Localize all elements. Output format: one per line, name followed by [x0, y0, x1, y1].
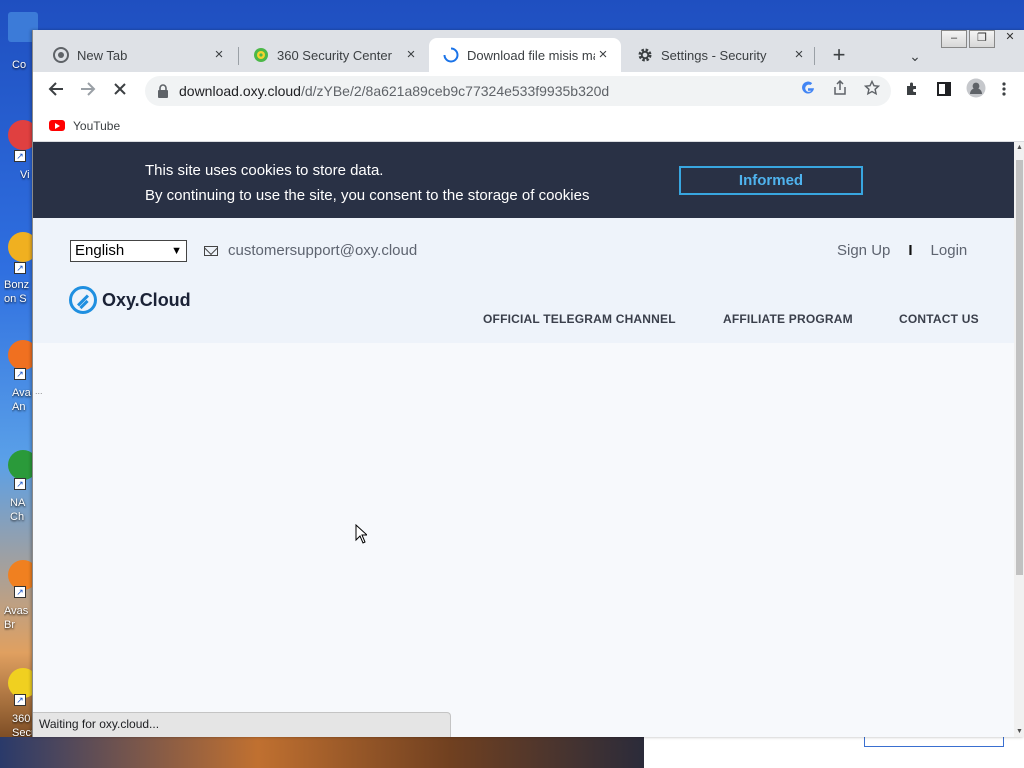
side-panel-icon [937, 82, 951, 96]
avatar-icon [966, 78, 986, 98]
gear-icon [637, 47, 653, 63]
support-email-link[interactable]: customersupport@oxy.cloud [228, 242, 417, 259]
vertical-scrollbar[interactable]: ▲ ▼ [1014, 142, 1024, 737]
back-button[interactable] [43, 78, 69, 104]
forward-arrow-icon [81, 82, 96, 96]
chevron-down-icon: ▼ [171, 245, 182, 257]
side-marker: ... [35, 386, 43, 396]
auth-links: Sign Up I Login [837, 242, 967, 259]
maximize-button[interactable]: ❐ [969, 30, 995, 48]
tab-strip: New Tab × 360 Security Center × Download… [33, 30, 1024, 72]
tab-new-tab[interactable]: New Tab × [39, 38, 237, 72]
language-select[interactable]: English ▼ [70, 240, 187, 262]
shortcut-arrow-icon: ↗ [14, 262, 26, 274]
extensions-button[interactable] [899, 78, 925, 104]
cookie-message: This site uses cookies to store data. By… [145, 158, 589, 208]
oxy-cloud-logo-icon [69, 286, 97, 314]
login-link[interactable]: Login [931, 242, 968, 259]
shortcut-arrow-icon: ↗ [14, 368, 26, 380]
browser-toolbar: download.oxy.cloud/d/zYBe/2/8a621a89ceb9… [33, 72, 1024, 110]
tab-separator [814, 47, 815, 65]
star-icon[interactable] [861, 79, 883, 102]
tab-label: New Tab [77, 47, 128, 63]
mouse-cursor-icon [355, 524, 367, 544]
scroll-down-arrow-icon[interactable]: ▼ [1015, 728, 1024, 735]
page-viewport: This site uses cookies to store data. By… [33, 142, 1014, 737]
new-tab-button[interactable]: + [827, 44, 851, 68]
nav-contact-us[interactable]: CONTACT US [899, 312, 979, 326]
url-path: /d/zYBe/2/8a621a89ceb9c77324e533f9935b32… [300, 83, 610, 99]
tab-download-file[interactable]: Download file misis maj × [429, 38, 621, 72]
desktop-wallpaper-strip [0, 737, 644, 768]
stop-loading-button[interactable] [107, 78, 133, 104]
site-logo[interactable]: Oxy.Cloud [69, 286, 191, 314]
forward-button[interactable] [75, 78, 101, 104]
tab-search-button[interactable]: ⌄ [905, 44, 925, 68]
youtube-icon [49, 120, 65, 131]
close-icon[interactable]: × [791, 47, 807, 63]
profile-button[interactable] [963, 78, 989, 104]
site-header: English ▼ customersupport@oxy.cloud Sign… [33, 218, 1014, 343]
language-value: English [75, 242, 125, 259]
cookie-banner: This site uses cookies to store data. By… [33, 142, 1014, 218]
browser-window: New Tab × 360 Security Center × Download… [32, 30, 1024, 737]
tab-label: Download file misis maj [467, 47, 595, 63]
tab-settings-security[interactable]: Settings - Security × [623, 38, 817, 72]
lock-icon [158, 84, 168, 98]
mail-icon [204, 246, 218, 256]
shortcut-arrow-icon: ↗ [14, 150, 26, 162]
page-content [33, 343, 1014, 737]
status-bubble: Waiting for oxy.cloud... [33, 712, 451, 737]
bookmarks-bar: YouTube [33, 110, 1024, 142]
url-text: download.oxy.cloud/d/zYBe/2/8a621a89ceb9… [179, 83, 609, 99]
bookmark-youtube[interactable]: YouTube [49, 119, 120, 133]
close-icon[interactable]: × [211, 47, 227, 63]
shortcut-arrow-icon: ↗ [14, 478, 26, 490]
more-vertical-icon [1002, 82, 1006, 96]
cookie-informed-button[interactable]: Informed [679, 166, 863, 195]
close-icon[interactable]: × [595, 47, 611, 63]
google-icon[interactable] [797, 80, 819, 102]
puzzle-icon [907, 82, 916, 95]
cookie-message-line1: This site uses cookies to store data. [145, 162, 384, 179]
shortcut-arrow-icon: ↗ [14, 586, 26, 598]
tab-label: 360 Security Center [277, 47, 392, 63]
back-arrow-icon [48, 82, 63, 96]
scrollbar-thumb[interactable] [1016, 160, 1023, 575]
shortcut-arrow-icon: ↗ [14, 694, 26, 706]
share-icon[interactable] [829, 79, 851, 102]
loading-spinner-icon [443, 47, 459, 63]
360-security-icon [253, 47, 269, 63]
window-controls: – ❐ ✕ [939, 30, 1023, 48]
url-host: download.oxy.cloud [179, 83, 301, 99]
tab-360-security-center[interactable]: 360 Security Center × [239, 38, 429, 72]
nav-affiliate-program[interactable]: AFFILIATE PROGRAM [723, 312, 853, 326]
tab-label: Settings - Security [661, 47, 767, 63]
address-bar[interactable]: download.oxy.cloud/d/zYBe/2/8a621a89ceb9… [145, 76, 891, 106]
stop-icon [114, 83, 126, 95]
logo-text: Oxy.Cloud [102, 289, 191, 310]
close-window-button[interactable]: ✕ [997, 30, 1023, 48]
minimize-button[interactable]: – [941, 30, 967, 48]
chrome-icon [53, 47, 69, 63]
nav-telegram-channel[interactable]: OFFICIAL TELEGRAM CHANNEL [483, 312, 676, 326]
cookie-message-line2: By continuing to use the site, you conse… [145, 187, 590, 204]
menu-button[interactable] [995, 78, 1013, 104]
sign-up-link[interactable]: Sign Up [837, 242, 890, 259]
close-icon[interactable]: × [403, 47, 419, 63]
auth-divider: I [908, 242, 913, 259]
bookmark-label: YouTube [73, 118, 121, 133]
scroll-up-arrow-icon[interactable]: ▲ [1015, 144, 1024, 151]
side-panel-button[interactable] [931, 78, 957, 104]
